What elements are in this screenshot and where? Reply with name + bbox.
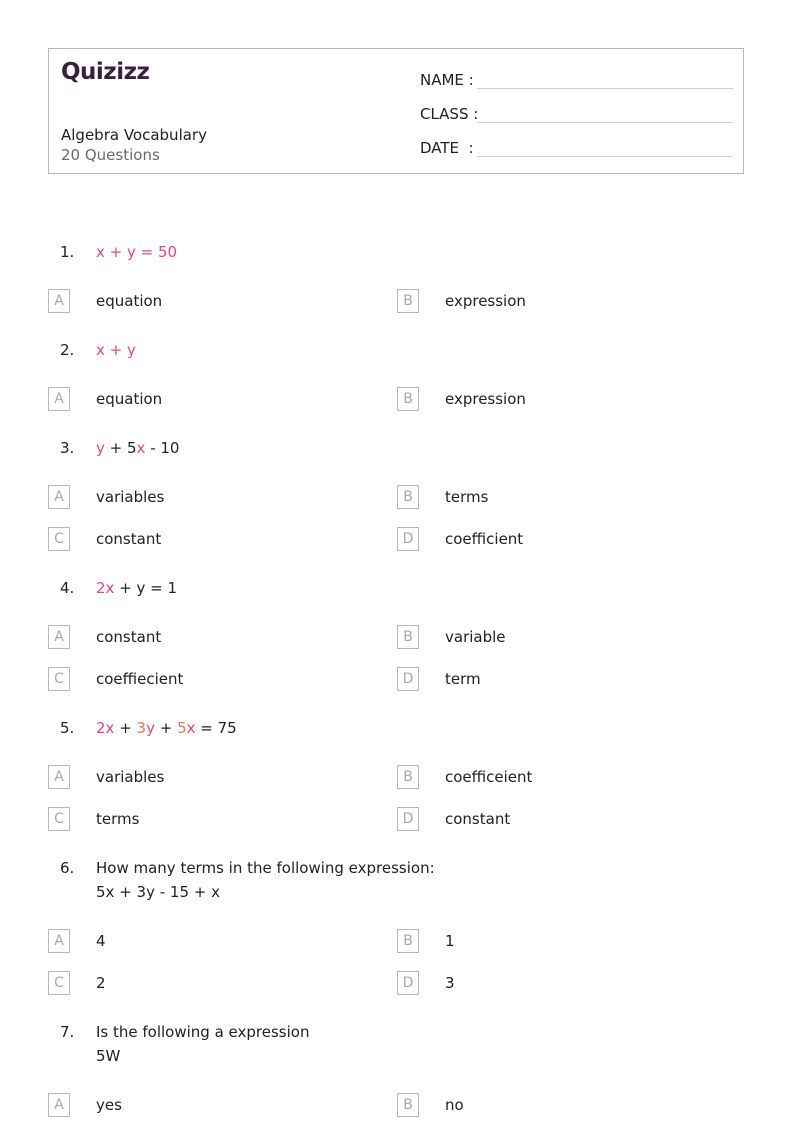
option-letter-box: B — [397, 765, 419, 789]
option-letter-box: B — [397, 1093, 419, 1117]
name-input-line[interactable] — [477, 68, 733, 89]
option-letter-box: C — [48, 667, 70, 691]
question-text: y + 5x - 10 — [96, 436, 179, 460]
option-text: variables — [96, 768, 165, 786]
worksheet-title: Algebra Vocabulary — [61, 126, 207, 144]
option-letter-box: D — [397, 527, 419, 551]
option-text: equation — [96, 390, 163, 408]
question-text: How many terms in the following expressi… — [96, 856, 435, 904]
option-letter-box: A — [48, 1093, 70, 1117]
option-letter-box: D — [397, 971, 419, 995]
option-letter-box: B — [397, 289, 419, 313]
option-text: expression — [445, 292, 526, 310]
question-text-part: + 5 — [104, 439, 137, 457]
name-label: NAME : — [420, 71, 474, 89]
question-text-part: y — [146, 719, 155, 737]
option-text: no — [445, 1096, 464, 1114]
class-field: CLASS : — [420, 102, 733, 123]
option-text: coefficeient — [445, 768, 533, 786]
question-number: 1. — [60, 243, 75, 261]
option-text: variable — [445, 628, 506, 646]
question-text-line: 5W — [96, 1047, 121, 1065]
option-letter-box: A — [48, 625, 70, 649]
quizizz-logo: Quizizz — [61, 59, 150, 85]
option-text: constant — [96, 530, 162, 548]
option-text: equation — [96, 292, 163, 310]
question-text: 2x + 3y + 5x = 75 — [96, 716, 237, 740]
question-text-part: - 10 — [145, 439, 180, 457]
option-letter-box: D — [397, 667, 419, 691]
option-letter-box: C — [48, 527, 70, 551]
question-text-part: 2x — [96, 719, 115, 737]
option-letter-box: A — [48, 485, 70, 509]
question-text-part: + y = 1 — [114, 579, 178, 597]
question-text-line: How many terms in the following expressi… — [96, 859, 435, 877]
class-input-line[interactable] — [477, 102, 733, 123]
question-text-part: x + y = 50 — [96, 243, 178, 261]
question-text: Is the following a expression 5W — [96, 1020, 309, 1068]
class-label: CLASS : — [420, 105, 479, 123]
question-text-part: 3 — [136, 719, 147, 737]
option-letter-box: B — [397, 929, 419, 953]
option-text: constant — [96, 628, 162, 646]
option-letter-box: A — [48, 929, 70, 953]
option-text: yes — [96, 1096, 122, 1114]
option-text: terms — [445, 488, 489, 506]
option-letter-box: B — [397, 387, 419, 411]
option-text: coefficient — [445, 530, 524, 548]
question-text-part: 5 — [177, 719, 187, 737]
option-text: 3 — [445, 974, 455, 992]
option-text: terms — [96, 810, 140, 828]
question-text-part: + — [114, 719, 137, 737]
option-letter-box: C — [48, 807, 70, 831]
option-letter-box: B — [397, 625, 419, 649]
question-text-part: x — [186, 719, 196, 737]
option-text: variables — [96, 488, 165, 506]
option-letter-box: D — [397, 807, 419, 831]
question-number: 4. — [60, 579, 75, 597]
option-text: coeffiecient — [96, 670, 184, 688]
name-field: NAME : — [420, 68, 733, 89]
option-text: 1 — [445, 932, 455, 950]
option-letter-box: C — [48, 971, 70, 995]
date-label: DATE : — [420, 139, 474, 157]
question-text: 2x + y = 1 — [96, 576, 177, 600]
question-text: x + y = 50 — [96, 240, 177, 264]
option-letter-box: B — [397, 485, 419, 509]
question-number: 6. — [60, 859, 75, 877]
question-text-part: = 75 — [195, 719, 237, 737]
question-text: x + y — [96, 338, 136, 362]
worksheet-header: Quizizz Algebra Vocabulary 20 Questions … — [48, 48, 744, 174]
option-letter-box: A — [48, 289, 70, 313]
question-number: 5. — [60, 719, 75, 737]
question-text-line: Is the following a expression — [96, 1023, 310, 1041]
option-letter-box: A — [48, 387, 70, 411]
question-text-part: 2x — [96, 579, 115, 597]
question-text-part: y — [96, 439, 105, 457]
date-input-line[interactable] — [477, 136, 733, 157]
question-number: 2. — [60, 341, 75, 359]
option-text: term — [445, 670, 481, 688]
option-text: 4 — [96, 932, 106, 950]
question-number: 3. — [60, 439, 75, 457]
question-number: 7. — [60, 1023, 75, 1041]
question-text-line: 5x + 3y - 15 + x — [96, 883, 220, 901]
question-text-part: x + y — [96, 341, 136, 359]
question-count: 20 Questions — [61, 146, 160, 164]
option-text: expression — [445, 390, 526, 408]
option-letter-box: A — [48, 765, 70, 789]
date-field: DATE : — [420, 136, 733, 157]
option-text: constant — [445, 810, 511, 828]
question-text-part: + — [154, 719, 178, 737]
option-text: 2 — [96, 974, 106, 992]
